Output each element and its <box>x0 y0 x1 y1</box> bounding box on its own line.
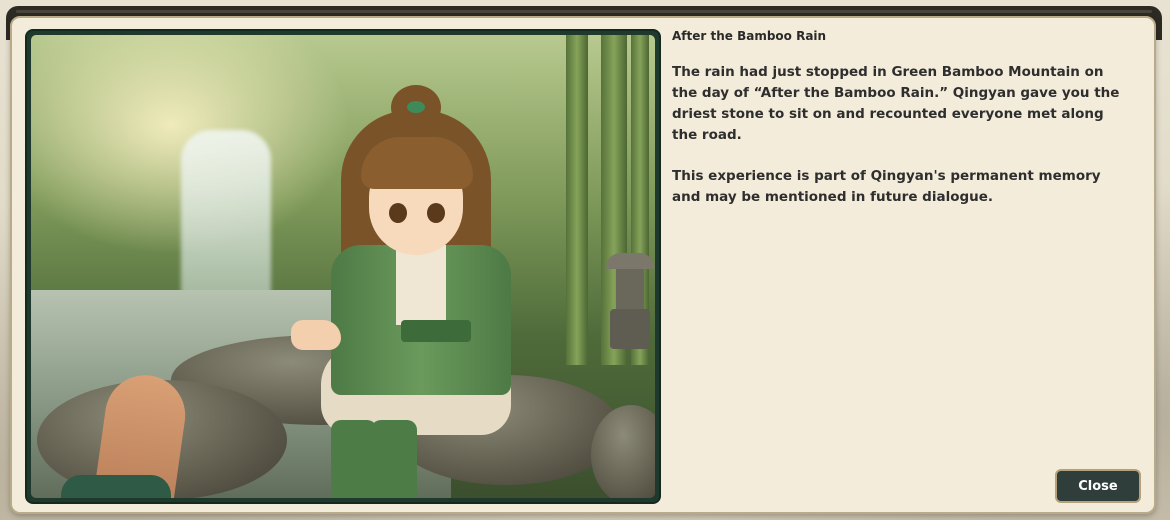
dialog-title: After the Bamboo Rain <box>672 29 827 43</box>
dialog-body: The rain had just stopped in Green Bambo… <box>672 62 1132 228</box>
boot <box>371 420 417 498</box>
belt <box>401 320 471 342</box>
waterfall <box>181 130 271 300</box>
extended-hand <box>291 320 341 350</box>
memory-dialog: After the Bamboo Rain The rain had just … <box>10 16 1156 514</box>
inner-robe <box>396 245 446 325</box>
stone-lantern <box>606 235 654 355</box>
lantern-cap <box>606 253 654 269</box>
bangs <box>361 137 473 189</box>
viewer-sleeve <box>61 475 171 498</box>
jade-hair-ornament <box>407 101 425 113</box>
lantern-base <box>610 309 650 349</box>
eye <box>389 203 407 223</box>
eye <box>427 203 445 223</box>
dialog-paragraph: The rain had just stopped in Green Bambo… <box>672 64 1120 143</box>
qingyan-character <box>261 65 581 498</box>
close-button[interactable]: Close <box>1055 469 1141 503</box>
lantern-body <box>616 269 644 309</box>
memory-illustration-frame <box>25 29 661 504</box>
dialog-paragraph: This experience is part of Qingyan's per… <box>672 168 1101 205</box>
top-bar-trim <box>16 10 1152 13</box>
memory-illustration <box>31 35 655 498</box>
